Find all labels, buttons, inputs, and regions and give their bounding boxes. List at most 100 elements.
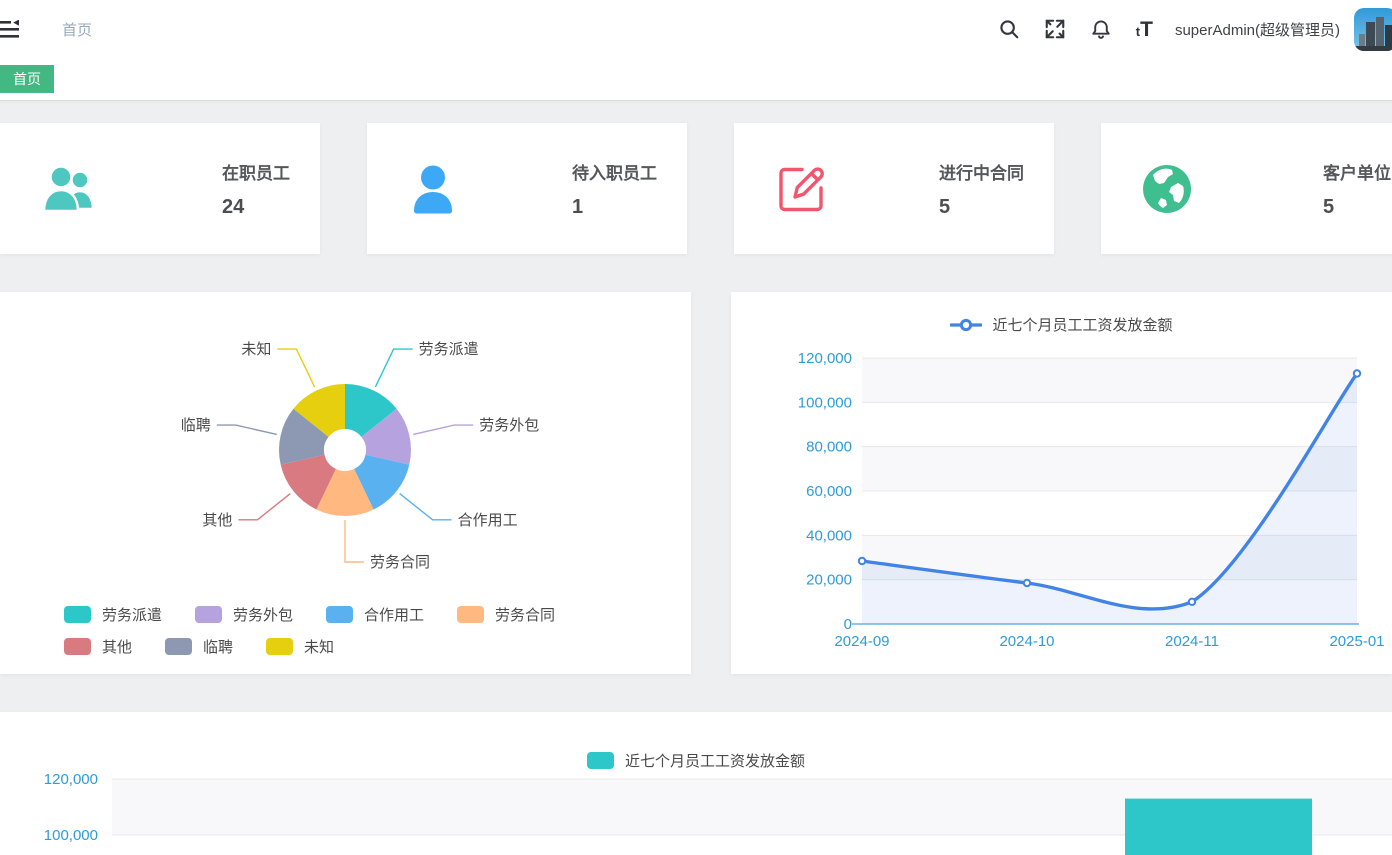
font-size-icon: tT xyxy=(1136,19,1153,40)
y-axis-tick-label: 40,000 xyxy=(806,527,852,544)
search-button[interactable] xyxy=(986,7,1032,51)
pie-label-line xyxy=(413,425,473,434)
pie-legend-item[interactable]: 未知 xyxy=(266,636,334,657)
stat-value: 1 xyxy=(572,196,657,219)
pie-legend-label: 合作用工 xyxy=(364,604,424,625)
pie-legend-item[interactable]: 劳务合同 xyxy=(457,604,555,625)
employment-type-pie-panel: 劳务派遣劳务外包合作用工劳务合同其他临聘未知 劳务派遣劳务外包合作用工劳务合同其… xyxy=(0,292,691,674)
y-axis-tick-label: 20,000 xyxy=(806,572,852,589)
edit-icon xyxy=(774,162,828,216)
y-axis-tick-label: 0 xyxy=(844,616,852,633)
pie-slice-label: 合作用工 xyxy=(458,512,518,529)
pie-legend-label: 未知 xyxy=(304,636,334,657)
y-axis-tick-label: 120,000 xyxy=(798,350,852,367)
user-icon xyxy=(407,163,459,215)
username[interactable]: superAdmin(超级管理员) xyxy=(1175,19,1340,40)
y-axis-tick-label: 120,000 xyxy=(44,771,98,788)
avatar-image xyxy=(1354,8,1392,51)
line-data-point xyxy=(1024,580,1030,586)
pie-legend-item[interactable]: 临聘 xyxy=(165,636,233,657)
font-size-button[interactable]: tT xyxy=(1124,7,1165,51)
pie-legend-item[interactable]: 合作用工 xyxy=(326,604,424,625)
pie-legend-swatch xyxy=(165,638,192,655)
x-axis-tick-label: 2024-10 xyxy=(999,633,1054,650)
stat-card-pending-employees: 待入职员工 1 xyxy=(367,123,687,254)
y-axis-tick-label: 60,000 xyxy=(806,483,852,500)
pie-label-line xyxy=(238,494,290,520)
plot-band xyxy=(862,447,1357,491)
plot-band xyxy=(862,358,1357,402)
salary-bar-panel: 近七个月员工工资发放金额 120,000100,000 xyxy=(0,712,1392,855)
pie-legend-label: 劳务合同 xyxy=(495,604,555,625)
pie-label-line xyxy=(277,349,314,387)
fullscreen-icon xyxy=(1044,18,1066,40)
pie-slice-label: 未知 xyxy=(241,341,271,358)
line-data-point xyxy=(1354,370,1360,376)
salary-line-panel: 近七个月员工工资发放金额 020,00040,00060,00080,00010… xyxy=(731,292,1392,674)
pie-label-line xyxy=(375,349,412,387)
stat-info: 客户单位 5 xyxy=(1323,159,1391,219)
pie-legend-swatch xyxy=(457,606,484,623)
tag-home[interactable]: 首页 xyxy=(0,65,54,93)
stat-info: 进行中合同 5 xyxy=(939,159,1024,219)
x-axis-tick-label: 2024-11 xyxy=(1165,633,1219,650)
pie-legend-label: 劳务派遣 xyxy=(102,604,162,625)
stat-label: 客户单位 xyxy=(1323,159,1391,184)
navbar-tools: tT superAdmin(超级管理员) xyxy=(986,7,1392,51)
charts-row: 劳务派遣劳务外包合作用工劳务合同其他临聘未知 劳务派遣劳务外包合作用工劳务合同其… xyxy=(0,292,1392,674)
stat-card-client-units: 客户单位 5 xyxy=(1101,123,1392,254)
line-area-fill xyxy=(862,374,1357,625)
pie-legend-swatch xyxy=(64,606,91,623)
pie-label-line xyxy=(217,425,277,434)
x-axis-tick-label: 2024-09 xyxy=(834,633,889,650)
pie-legend-label: 其他 xyxy=(102,636,132,657)
stat-label: 在职员工 xyxy=(222,159,290,184)
pie-legend-swatch xyxy=(195,606,222,623)
stats-row: 在职员工 24 待入职员工 1 进行中合同 xyxy=(0,123,1392,254)
stat-info: 待入职员工 1 xyxy=(572,159,657,219)
salary-bar-chart: 120,000 100,000 xyxy=(0,712,1392,855)
breadcrumb: 首页 xyxy=(62,19,92,40)
salary-line-chart: 0 20,000 40,000 60,000 80,000 100,000 120,000 2… xyxy=(731,292,1392,674)
stat-value: 5 xyxy=(1323,196,1391,219)
pie-legend-item[interactable]: 其他 xyxy=(64,636,132,657)
pie-slice-label: 劳务外包 xyxy=(479,417,539,434)
line-data-point xyxy=(1189,599,1195,605)
top-navbar: 首页 tT superAdmin(超级管理员) xyxy=(0,0,1392,58)
x-axis-tick-label: 2025-01 xyxy=(1329,633,1384,650)
pie-legend-swatch xyxy=(64,638,91,655)
pie-label-line xyxy=(345,520,364,562)
avatar[interactable] xyxy=(1354,8,1392,51)
pie-legend: 劳务派遣 劳务外包 合作用工 劳务合同其他 临聘 未知 xyxy=(64,604,654,657)
people-icon xyxy=(40,163,98,215)
stat-info: 在职员工 24 xyxy=(222,159,290,219)
fold-sidebar-icon xyxy=(0,20,20,39)
stat-label: 待入职员工 xyxy=(572,159,657,184)
pie-label-line xyxy=(400,494,452,520)
pie-slice-label: 劳务合同 xyxy=(370,554,430,571)
pie-legend-item[interactable]: 劳务派遣 xyxy=(64,604,162,625)
notification-button[interactable] xyxy=(1078,7,1124,51)
stat-label: 进行中合同 xyxy=(939,159,1024,184)
fold-sidebar-button[interactable] xyxy=(0,11,32,47)
pie-legend-swatch xyxy=(266,638,293,655)
y-axis-tick-label: 100,000 xyxy=(798,394,852,411)
stat-value: 24 xyxy=(222,196,290,219)
pie-legend-item[interactable]: 劳务外包 xyxy=(195,604,293,625)
tags-view-bar: 首页 xyxy=(0,58,1392,101)
bell-icon xyxy=(1090,18,1112,41)
globe-icon xyxy=(1141,163,1193,215)
pie-legend-label: 劳务外包 xyxy=(233,604,293,625)
y-axis-tick-label: 80,000 xyxy=(806,439,852,456)
y-axis-tick-label: 100,000 xyxy=(44,827,98,844)
fullscreen-button[interactable] xyxy=(1032,7,1078,51)
search-icon xyxy=(998,18,1020,40)
stat-card-active-contracts: 进行中合同 5 xyxy=(734,123,1054,254)
stat-card-active-employees: 在职员工 24 xyxy=(0,123,320,254)
pie-legend-label: 临聘 xyxy=(203,636,233,657)
pie-legend-swatch xyxy=(326,606,353,623)
line-data-point xyxy=(859,558,865,564)
breadcrumb-home[interactable]: 首页 xyxy=(62,22,92,39)
stat-value: 5 xyxy=(939,196,1024,219)
bar-series-rect xyxy=(1125,799,1312,855)
